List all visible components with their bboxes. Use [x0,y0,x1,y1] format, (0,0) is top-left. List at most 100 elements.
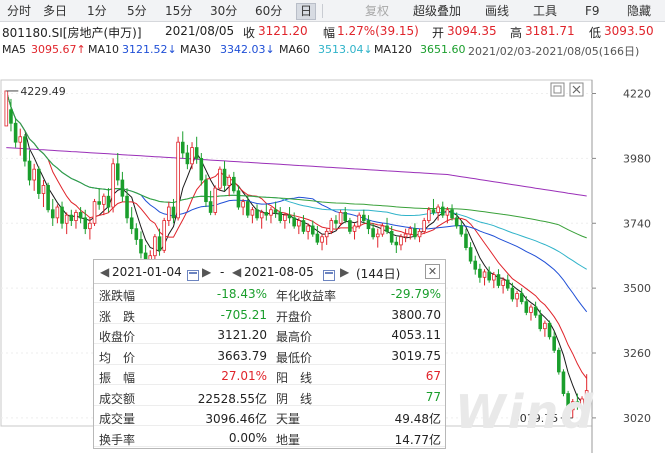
stat-value: 4053.11 [391,328,441,342]
end-date-prev-arrow[interactable]: ◀ [232,265,241,279]
stat-label: 成交量 [99,412,136,426]
tab-5min[interactable]: 5分 [124,3,150,20]
tab-1min[interactable]: 1分 [84,3,110,20]
candle-body [250,209,255,216]
candle-body [371,228,375,238]
candle-body [524,301,529,313]
candle-body [269,209,273,216]
high-value: 3181.71 [525,24,575,38]
stat-label: 振 幅 [99,371,136,385]
close-chart-icon[interactable] [569,82,584,97]
tab-30min[interactable]: 30分 [207,3,240,20]
stat-value: 22528.55亿 [197,391,267,406]
candle-body [13,122,18,143]
hide-button[interactable]: 隐藏 [624,3,654,20]
candle-body [283,214,287,221]
prev-range-arrow[interactable]: ◀ [100,265,109,279]
start-date[interactable]: 2021-01-04 [112,265,182,279]
stat-value: 49.48亿 [394,412,441,426]
candle-body [9,109,13,124]
stat-value: 3800.70 [391,307,441,322]
candle-body [329,220,334,232]
candle-body [227,176,231,186]
next-range-arrow[interactable]: ▶ [340,265,349,279]
stat-row: 收盘价 3121.20 最高价 4053.11 [94,326,445,344]
tab-15min[interactable]: 15分 [162,3,195,20]
candle-body [519,293,524,303]
candle-body [129,217,134,230]
close-value: 3121.20 [258,24,308,38]
candle-body [69,214,74,221]
f9-button[interactable]: F9 [582,3,603,20]
stat-label: 地量 [276,432,301,447]
ma10-label: MA10 [88,43,120,56]
ma60-label: MA60 [279,43,311,56]
candle-body [55,206,60,219]
adjust-button[interactable]: 复权 [362,3,392,20]
tools-button[interactable]: 工具 [530,3,560,20]
candle-body [46,185,50,211]
candle-body [478,268,482,278]
stat-row: 均 价 3663.79 最低价 3019.75 [94,347,445,365]
candle-body [153,236,157,257]
maximize-chart-icon[interactable] [550,82,565,97]
candle-body [264,212,269,216]
candle-body [459,225,464,235]
candle-body [4,90,9,127]
candle-body [255,209,259,219]
candle-body [403,233,408,238]
close-panel-icon[interactable]: ✕ [425,264,440,279]
candle-body [352,225,357,232]
candle-body [167,206,171,221]
candle-body [533,306,538,316]
stat-label: 均 价 [99,350,136,365]
candle-body [162,220,166,251]
start-date-next-arrow[interactable]: ▶ [202,265,211,279]
candle-body [515,293,519,300]
candle-body [468,247,473,262]
candle-body [334,220,338,224]
candle-body [343,212,348,221]
stat-value: 27.01% [221,369,267,383]
ma30-label: MA30 [180,43,212,56]
candle-body [431,209,436,213]
candle-body [436,206,440,213]
draw-line-button[interactable]: 画线 [482,3,512,20]
candle-body [102,195,106,205]
candle-body [50,209,55,219]
interval-stats-panel: ◀ 2021-01-04 ▶ - ◀ 2021-08-05 ▶ (144日) ✕… [93,259,446,449]
stat-value: 3663.79 [217,348,267,363]
candle-body [366,220,371,230]
candle-body [245,201,250,216]
overlay-button[interactable]: 超级叠加 [410,3,464,20]
tab-multi-day[interactable]: 多日 [40,3,70,20]
tab-60min[interactable]: 60分 [252,3,285,20]
candle-body [557,349,561,373]
candle-body [450,209,454,219]
candle-body [389,230,394,243]
ma5-label: MA5 [2,43,27,56]
tab-intraday[interactable]: 分时 [4,3,34,20]
ma10-value: 3121.52↓ [122,43,177,56]
candle-body [487,271,491,281]
candle-body [92,201,97,224]
candle-body [259,212,264,219]
day-count: (144日) [356,267,401,281]
end-date[interactable]: 2021-08-05 [244,265,314,279]
stat-label: 年化收益率 [276,289,337,303]
candle-body [454,217,459,227]
y-tick-label: 3980 [623,152,651,165]
low-label: 低 [589,26,602,40]
candle-body [464,233,468,248]
low-value: 3093.50 [604,24,654,38]
candle-body [422,220,426,232]
candle-body [222,168,227,186]
stat-label: 涨跌幅 [99,289,136,303]
candle-body [27,160,32,181]
stat-row: 成交额 22528.55亿阴 线 77 [94,388,445,406]
stat-label: 阳 线 [276,371,313,385]
tab-daily[interactable]: 日 [296,3,317,20]
candle-body [74,212,78,221]
open-label: 开 [432,26,445,40]
candle-body [324,230,329,238]
